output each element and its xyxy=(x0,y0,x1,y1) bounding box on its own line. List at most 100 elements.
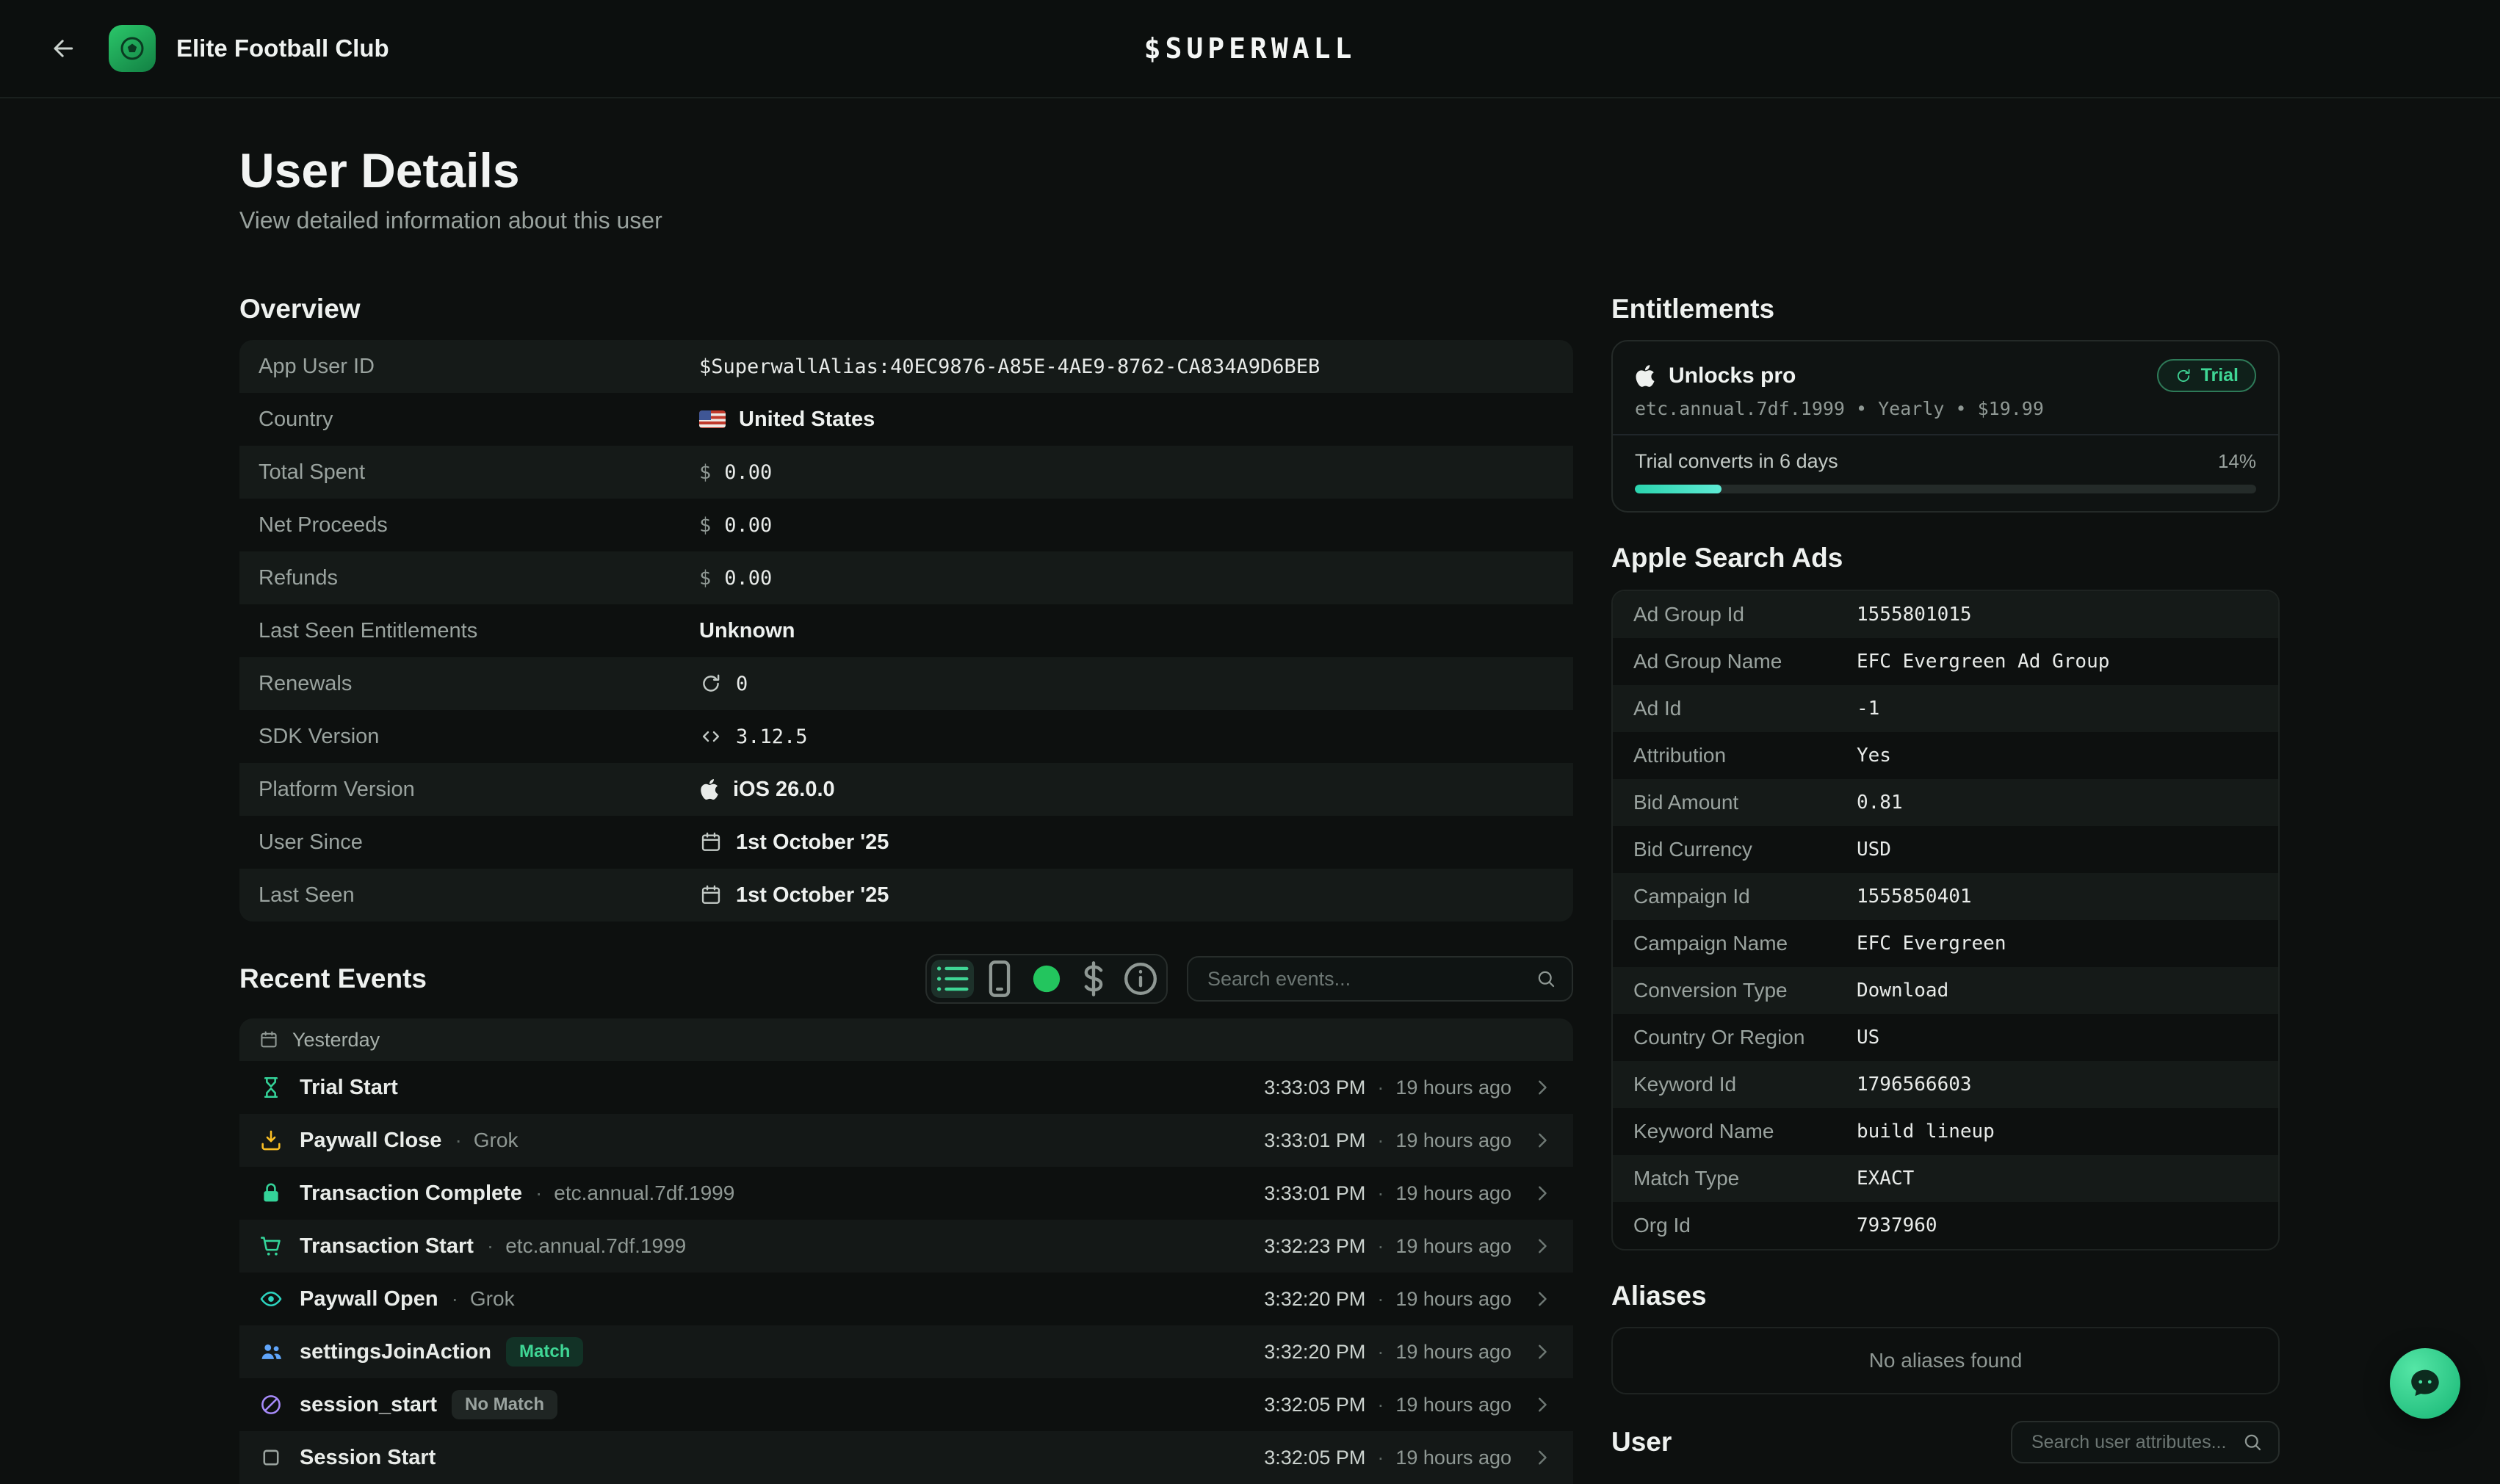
event-name: Paywall Open xyxy=(300,1287,438,1311)
event-time: 3:32:23 PM xyxy=(1264,1235,1365,1258)
entitlement-card: Unlocks pro Trial etc.annual.7df.1999 • … xyxy=(1611,340,2280,513)
event-row[interactable]: Paywall Close ·Grok 3:33:01 PM · 19 hour… xyxy=(239,1114,1573,1167)
overview-row-refunds: Refunds $0.00 xyxy=(239,551,1573,604)
asa-row: Campaign Id 1555850401 xyxy=(1613,873,2278,920)
event-subtitle: ·Grok xyxy=(452,1287,515,1311)
overview-row-net-proceeds: Net Proceeds $0.00 xyxy=(239,499,1573,551)
calendar-icon xyxy=(259,1029,279,1050)
events-group-header: Yesterday xyxy=(239,1018,1573,1061)
app-name: Elite Football Club xyxy=(176,35,389,62)
event-row[interactable]: settingsJoinAction Match 3:32:20 PM · 19… xyxy=(239,1325,1573,1378)
user-attributes-search-input[interactable] xyxy=(2011,1421,2280,1463)
filter-placements[interactable] xyxy=(1025,960,1068,998)
chevron-right-icon xyxy=(1531,1393,1554,1416)
event-ago: 19 hours ago xyxy=(1395,1076,1511,1099)
event-row[interactable]: Transaction Start ·etc.annual.7df.1999 3… xyxy=(239,1220,1573,1273)
support-chat-button[interactable] xyxy=(2390,1348,2460,1419)
event-name: session_start xyxy=(300,1393,437,1417)
back-button[interactable] xyxy=(38,23,88,73)
eye-icon xyxy=(259,1286,283,1311)
chevron-right-icon xyxy=(1531,1287,1554,1311)
filter-all-events[interactable] xyxy=(931,960,974,998)
refresh-icon xyxy=(699,672,723,695)
main-content: User Details View detailed information a… xyxy=(0,98,2500,1484)
apple-icon xyxy=(699,778,720,801)
page-subtitle: View detailed information about this use… xyxy=(239,207,2280,234)
chevron-right-icon xyxy=(1531,1181,1554,1205)
app-user-id-value: $SuperwallAlias:40EC9876-A85E-4AE9-8762-… xyxy=(699,355,1320,378)
event-ago: 19 hours ago xyxy=(1395,1129,1511,1152)
filter-info[interactable] xyxy=(1119,960,1162,998)
trial-converts-label: Trial converts in 6 days xyxy=(1635,450,1838,473)
overview-row-last-seen: Last Seen 1st October '25 xyxy=(239,869,1573,922)
trial-progress-fill xyxy=(1635,485,1722,493)
asa-row: Ad Group Name EFC Evergreen Ad Group xyxy=(1613,638,2278,685)
event-ago: 19 hours ago xyxy=(1395,1235,1511,1258)
event-time: 3:33:03 PM xyxy=(1264,1076,1365,1099)
chevron-right-icon xyxy=(1531,1446,1554,1469)
chevron-right-icon xyxy=(1531,1129,1554,1152)
event-badge: Match xyxy=(506,1337,583,1367)
square-icon xyxy=(259,1445,283,1470)
chevron-right-icon xyxy=(1531,1340,1554,1364)
filter-transactions[interactable] xyxy=(1072,960,1115,998)
asa-row: Keyword Id 1796566603 xyxy=(1613,1061,2278,1108)
overview-table: App User ID $SuperwallAlias:40EC9876-A85… xyxy=(239,340,1573,922)
aliases-heading: Aliases xyxy=(1611,1280,2280,1312)
trial-percent: 14% xyxy=(2218,450,2256,473)
event-badge: No Match xyxy=(452,1390,557,1419)
overview-row-renewals: Renewals 0 xyxy=(239,657,1573,710)
event-row[interactable]: Paywall Open ·Grok 3:32:20 PM · 19 hours… xyxy=(239,1273,1573,1325)
asa-row: Org Id 7937960 xyxy=(1613,1202,2278,1249)
event-ago: 19 hours ago xyxy=(1395,1341,1511,1364)
entitlements-heading: Entitlements xyxy=(1611,293,2280,325)
entitlement-details: etc.annual.7df.1999 • Yearly • $19.99 xyxy=(1635,398,2256,419)
entitlement-name: Unlocks pro xyxy=(1669,363,1796,388)
overview-heading: Overview xyxy=(239,293,1573,325)
cart-icon xyxy=(259,1234,283,1259)
search-icon xyxy=(2241,1431,2264,1453)
event-name: Trial Start xyxy=(300,1076,398,1100)
events-list: Trial Start 3:33:03 PM · 19 hours ago xyxy=(239,1061,1573,1484)
apple-search-ads-table: Ad Group Id 1555801015 Ad Group Name EFC… xyxy=(1611,590,2280,1250)
apple-search-ads-heading: Apple Search Ads xyxy=(1611,542,2280,574)
calendar-icon xyxy=(699,830,723,854)
asa-row: Ad Group Id 1555801015 xyxy=(1613,591,2278,638)
events-group-label: Yesterday xyxy=(292,1029,380,1052)
soccer-icon xyxy=(118,34,147,63)
event-row[interactable]: Transaction Complete ·etc.annual.7df.199… xyxy=(239,1167,1573,1220)
event-name: Session Start xyxy=(300,1446,436,1470)
superwall-logo: $SUPERWALL xyxy=(1144,32,1356,65)
user-heading: User xyxy=(1611,1426,1672,1458)
event-time: 3:32:05 PM xyxy=(1264,1447,1365,1469)
asa-row: Bid Amount 0.81 xyxy=(1613,779,2278,826)
asa-row: Country Or Region US xyxy=(1613,1014,2278,1061)
slash-circle-icon xyxy=(259,1392,283,1417)
event-subtitle: ·etc.annual.7df.1999 xyxy=(535,1181,734,1205)
club-logo xyxy=(109,25,156,72)
event-ago: 19 hours ago xyxy=(1395,1394,1511,1416)
event-row[interactable]: Session Start 3:32:05 PM · 19 hours ago xyxy=(239,1431,1573,1484)
trial-badge: Trial xyxy=(2157,359,2256,392)
lock-icon xyxy=(259,1181,283,1206)
page-title: User Details xyxy=(239,144,2280,198)
event-time: 3:33:01 PM xyxy=(1264,1182,1365,1205)
event-time: 3:32:20 PM xyxy=(1264,1288,1365,1311)
event-row[interactable]: session_start No Match 3:32:05 PM · 19 h… xyxy=(239,1378,1573,1431)
search-icon xyxy=(1535,968,1557,990)
aliases-empty-card: No aliases found xyxy=(1611,1327,2280,1394)
top-bar: Elite Football Club $SUPERWALL xyxy=(0,0,2500,98)
chat-icon xyxy=(2407,1365,2443,1402)
event-name: Transaction Complete xyxy=(300,1181,522,1206)
filter-device[interactable] xyxy=(978,960,1021,998)
overview-row-last-seen-entitlements: Last Seen Entitlements Unknown xyxy=(239,604,1573,657)
events-search-input[interactable] xyxy=(1187,956,1573,1002)
overview-row-country: Country United States xyxy=(239,393,1573,446)
event-name: Transaction Start xyxy=(300,1234,474,1259)
code-icon xyxy=(699,725,723,748)
event-name: settingsJoinAction xyxy=(300,1340,491,1364)
trial-progress-track xyxy=(1635,485,2256,493)
user-attributes-search xyxy=(2011,1421,2280,1463)
event-ago: 19 hours ago xyxy=(1395,1447,1511,1469)
event-row[interactable]: Trial Start 3:33:03 PM · 19 hours ago xyxy=(239,1061,1573,1114)
